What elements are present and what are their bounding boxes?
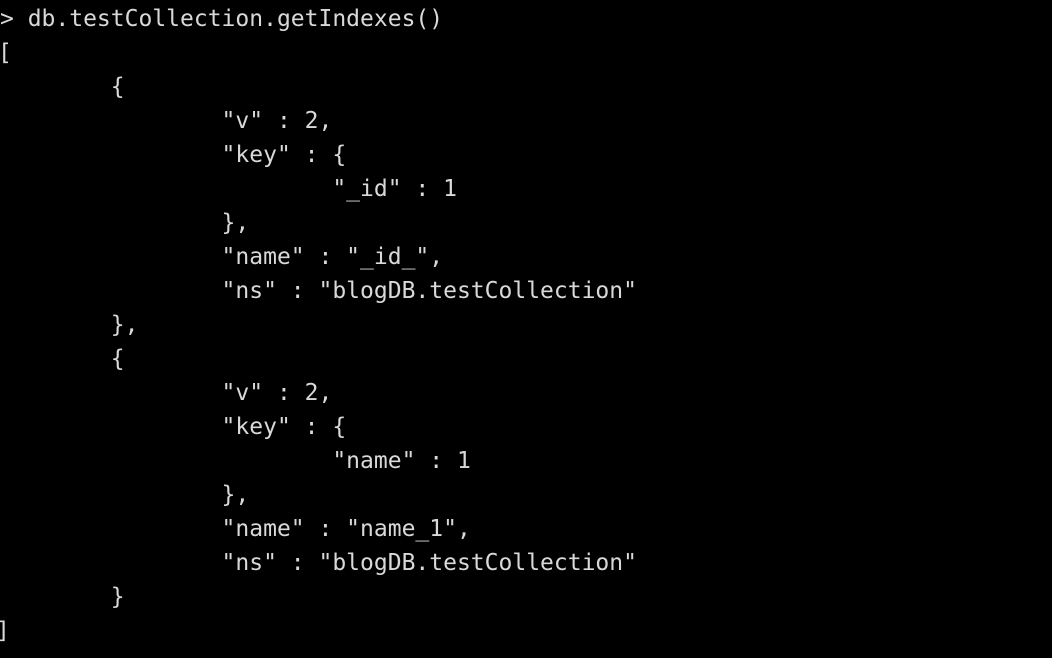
output-line: { bbox=[0, 74, 125, 100]
output-line: "name" : 1 bbox=[0, 448, 471, 474]
output-line: }, bbox=[0, 482, 250, 508]
output-line: "v" : 2, bbox=[0, 108, 333, 134]
output-line: "ns" : "blogDB.testCollection" bbox=[0, 278, 637, 304]
output-line: "ns" : "blogDB.testCollection" bbox=[0, 550, 637, 576]
output-line: [ bbox=[0, 36, 1052, 70]
output-line: { bbox=[0, 346, 125, 372]
output-line: }, bbox=[0, 210, 250, 236]
output-line: "_id" : 1 bbox=[0, 176, 457, 202]
output-line: "key" : { bbox=[0, 414, 347, 440]
output-line: } bbox=[0, 584, 125, 610]
output-line: ] bbox=[0, 614, 1052, 648]
prompt-line[interactable] bbox=[0, 648, 1052, 658]
output-line: "name" : "name_1", bbox=[0, 516, 471, 542]
output-line: "key" : { bbox=[0, 142, 347, 168]
output-line: "v" : 2, bbox=[0, 380, 333, 406]
output-line: "name" : "_id_", bbox=[0, 244, 444, 270]
command-line: > db.testCollection.getIndexes() bbox=[0, 6, 444, 32]
output-line: }, bbox=[0, 312, 139, 338]
terminal-window[interactable]: > db.testCollection.getIndexes() [ { "v"… bbox=[0, 0, 1052, 658]
